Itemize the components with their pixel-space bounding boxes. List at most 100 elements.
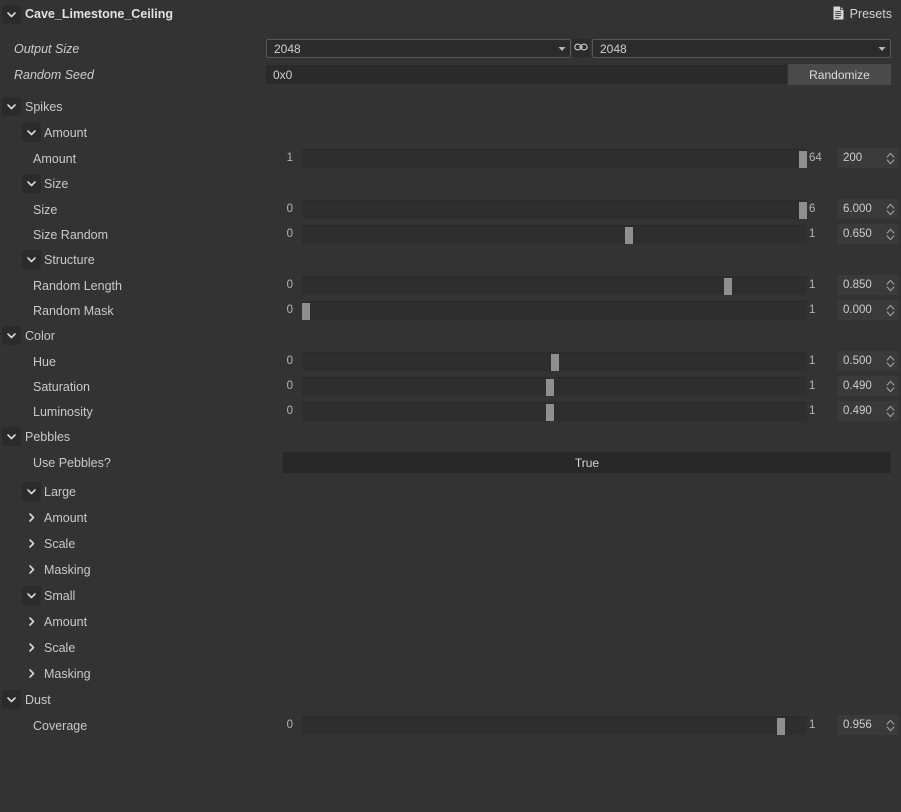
param-max-hue: 1: [809, 355, 816, 367]
param-max-luminosity: 1: [809, 405, 816, 417]
group-label-spikes-structure: Structure: [44, 253, 95, 267]
group-label-pebbles-small-scale: Scale: [44, 641, 76, 655]
toggle-spikes[interactable]: [2, 97, 21, 116]
output-height-value: 2048: [600, 41, 627, 56]
param-slider-saturation[interactable]: [302, 377, 807, 396]
presets-button[interactable]: Presets: [829, 4, 895, 24]
param-slider-handle-size-random[interactable]: [625, 227, 634, 244]
collapsed-group-pebbles-small-scale: Scale: [0, 637, 901, 659]
section-label-color: Color: [25, 329, 55, 343]
parameter-panel: Cave_Limestone_Ceiling Presets Output Si…: [0, 0, 901, 812]
panel-title: Cave_Limestone_Ceiling: [25, 7, 173, 21]
toggle-pebbles-small-amount[interactable]: [22, 612, 41, 631]
parameter-row: Random Length 0 1 0.850: [0, 275, 901, 297]
toggle-pebbles-small-masking[interactable]: [22, 664, 41, 683]
parameter-row: Coverage 0 1 0.956: [0, 715, 901, 737]
output-height-dropdown[interactable]: 2048: [592, 39, 891, 58]
param-min-size-random: 0: [286, 228, 293, 240]
param-label-use-pebbles: Use Pebbles?: [33, 456, 111, 470]
param-slider-size-random[interactable]: [302, 225, 807, 244]
param-slider-handle-random-length[interactable]: [724, 278, 733, 295]
use-pebbles-toggle[interactable]: True: [283, 452, 891, 473]
group-label-pebbles-small: Small: [44, 589, 76, 603]
param-slider-amount[interactable]: [302, 149, 807, 168]
toggle-dust[interactable]: [2, 690, 21, 709]
toggle-pebbles[interactable]: [2, 427, 21, 446]
param-slider-size[interactable]: [302, 200, 807, 219]
group-label-pebbles-large-scale: Scale: [44, 537, 76, 551]
parameter-row: Random Mask 0 1 0.000: [0, 300, 901, 322]
group-spikes-size: Size: [0, 173, 901, 195]
param-max-amount: 64: [809, 152, 822, 164]
param-slider-random-mask[interactable]: [302, 301, 807, 320]
parameter-row: Size 0 6 6.000: [0, 199, 901, 221]
toggle-pebbles-small-scale[interactable]: [22, 638, 41, 657]
param-stepper-random-mask[interactable]: [884, 300, 897, 320]
param-stepper-random-length[interactable]: [884, 275, 897, 295]
param-label-saturation: Saturation: [33, 380, 90, 394]
param-stepper-coverage[interactable]: [884, 715, 897, 735]
param-min-saturation: 0: [286, 380, 293, 392]
section-color: Color: [0, 325, 901, 347]
toggle-spikes-amount[interactable]: [22, 123, 41, 142]
toggle-spikes-structure[interactable]: [22, 250, 41, 269]
section-label-dust: Dust: [25, 693, 51, 707]
group-spikes-amount: Amount: [0, 122, 901, 144]
param-slider-handle-random-mask[interactable]: [302, 303, 310, 320]
caret-down-icon: [874, 46, 890, 52]
toggle-color[interactable]: [2, 326, 21, 345]
toggle-pebbles-large[interactable]: [22, 482, 41, 501]
group-label-pebbles-large: Large: [44, 485, 76, 499]
param-stepper-saturation[interactable]: [884, 376, 897, 396]
param-max-size: 6: [809, 203, 816, 215]
param-label-amount: Amount: [33, 152, 77, 166]
output-width-dropdown[interactable]: 2048: [266, 39, 571, 58]
toggle-pebbles-large-masking[interactable]: [22, 560, 41, 579]
presets-label: Presets: [849, 7, 892, 21]
param-label-random-mask: Random Mask: [33, 304, 114, 318]
random-seed-input[interactable]: 0x0: [266, 65, 787, 84]
collapsed-group-pebbles-large-masking: Masking: [0, 559, 901, 581]
toggle-pebbles-large-scale[interactable]: [22, 534, 41, 553]
parameter-row: Hue 0 1 0.500: [0, 351, 901, 373]
param-slider-handle-amount[interactable]: [799, 151, 807, 168]
group-label-pebbles-small-masking: Masking: [44, 667, 91, 681]
param-slider-handle-saturation[interactable]: [545, 379, 554, 396]
param-max-size-random: 1: [809, 228, 816, 240]
group-label-spikes-amount: Amount: [44, 126, 88, 140]
param-slider-luminosity[interactable]: [302, 402, 807, 421]
group-label-pebbles-small-amount: Amount: [44, 615, 88, 629]
param-stepper-size[interactable]: [884, 199, 897, 219]
toggle-pebbles-large-amount[interactable]: [22, 508, 41, 527]
group-spikes-structure: Structure: [0, 249, 901, 271]
param-slider-random-length[interactable]: [302, 276, 807, 295]
toggle-pebbles-small[interactable]: [22, 586, 41, 605]
param-stepper-size-random[interactable]: [884, 224, 897, 244]
parameter-row: Saturation 0 1 0.490: [0, 376, 901, 398]
section-label-pebbles: Pebbles: [25, 430, 71, 444]
param-slider-coverage[interactable]: [302, 716, 807, 735]
collapsed-group-pebbles-large-amount: Amount: [0, 507, 901, 529]
param-stepper-amount[interactable]: [884, 148, 897, 168]
param-max-random-mask: 1: [809, 304, 816, 316]
param-slider-handle-luminosity[interactable]: [545, 404, 554, 421]
param-slider-handle-size[interactable]: [799, 202, 807, 219]
param-stepper-luminosity[interactable]: [884, 401, 897, 421]
param-slider-handle-hue[interactable]: [550, 354, 559, 371]
param-min-luminosity: 0: [286, 405, 293, 417]
param-stepper-hue[interactable]: [884, 351, 897, 371]
param-slider-hue[interactable]: [302, 352, 807, 371]
group-label-pebbles-large-amount: Amount: [44, 511, 88, 525]
toggle-root-expand[interactable]: [2, 5, 21, 24]
group-pebbles-small: Small: [0, 585, 901, 607]
parameter-row: Amount 1 64 200: [0, 148, 901, 170]
toggle-spikes-size[interactable]: [22, 174, 41, 193]
randomize-button[interactable]: Randomize: [788, 64, 891, 85]
param-slider-handle-coverage[interactable]: [777, 718, 786, 735]
document-list-icon: [832, 6, 845, 23]
param-max-saturation: 1: [809, 380, 816, 392]
link-dimensions-toggle[interactable]: [572, 39, 590, 57]
caret-down-icon: [554, 46, 570, 52]
random-seed-label: Random Seed: [14, 68, 94, 82]
param-max-random-length: 1: [809, 279, 816, 291]
